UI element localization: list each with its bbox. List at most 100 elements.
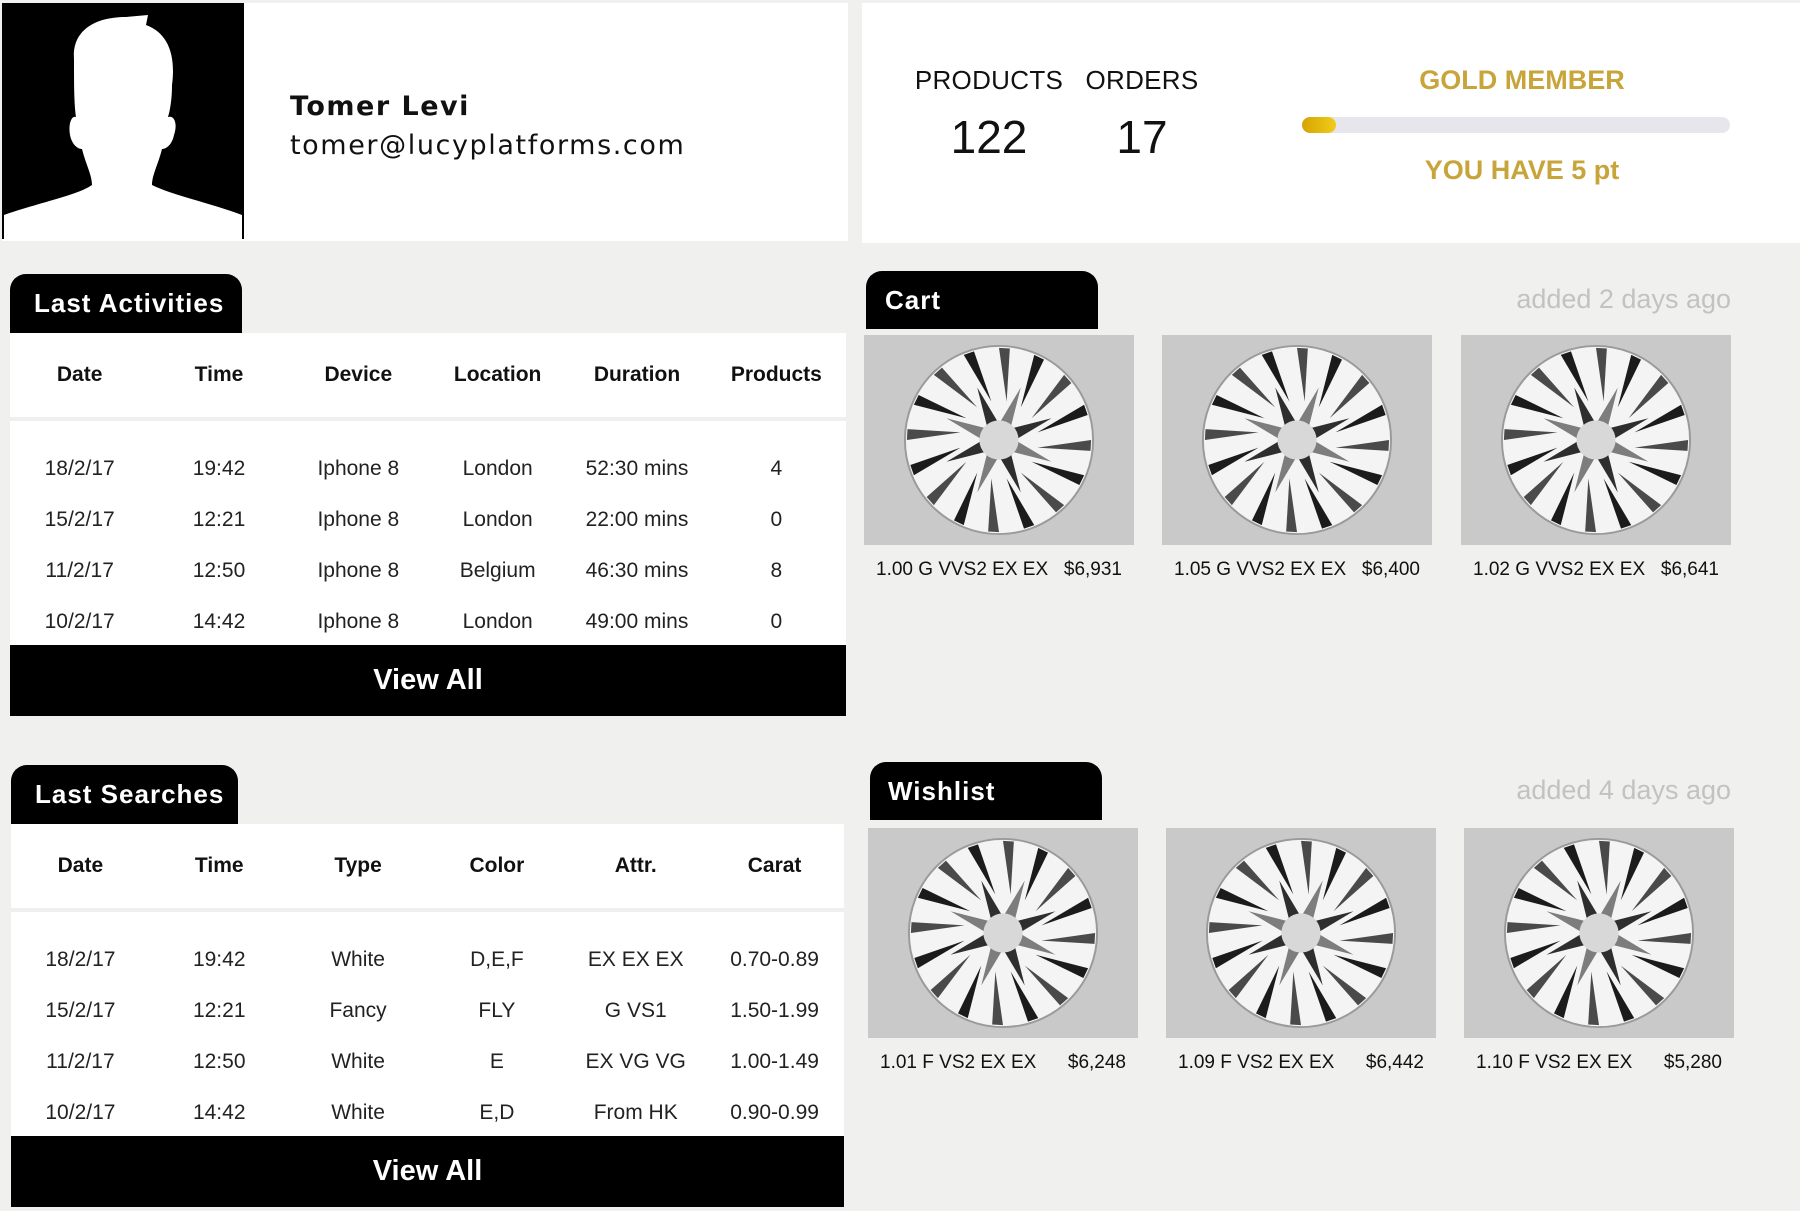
product-caption: 1.10 F VS2 EX EX $5,280 bbox=[1464, 1052, 1734, 1074]
column-header[interactable]: Date bbox=[10, 333, 150, 421]
table-cell: 10/2/17 bbox=[44, 609, 115, 633]
orders-count: 17 bbox=[1116, 111, 1168, 163]
column-header[interactable]: Carat bbox=[705, 824, 844, 912]
diamond-icon bbox=[1500, 344, 1692, 536]
column-header[interactable]: Duration bbox=[567, 333, 707, 421]
table-cell: 14:42 bbox=[192, 1100, 246, 1124]
table-cell: 46:30 mins bbox=[585, 558, 689, 582]
column-header[interactable]: Date bbox=[11, 824, 150, 912]
diamond-icon bbox=[903, 344, 1095, 536]
table-row[interactable]: 18/2/17 19:42 White D,E,F EX EX EX 0.70-0.89 bbox=[11, 910, 844, 985]
tab-last-searches[interactable]: Last Searches bbox=[11, 765, 238, 824]
table-cell: E,D bbox=[479, 1100, 515, 1124]
products-stat[interactable]: PRODUCTS 122 bbox=[914, 65, 1064, 164]
table-cell: Iphone 8 bbox=[317, 507, 400, 531]
column-header[interactable]: Location bbox=[427, 333, 568, 421]
wishlist-item[interactable]: 1.09 F VS2 EX EX $6,442 bbox=[1166, 828, 1436, 1074]
product-caption: 1.01 F VS2 EX EX $6,248 bbox=[868, 1052, 1138, 1074]
searches-view-all-button[interactable]: View All bbox=[11, 1136, 844, 1207]
table-cell: Fancy bbox=[329, 998, 387, 1022]
product-caption: 1.00 G VVS2 EX EX $6,931 bbox=[864, 559, 1134, 581]
table-cell: 22:00 mins bbox=[585, 507, 689, 531]
profile-card: Tomer Levi tomer@lucyplatforms.com bbox=[2, 3, 848, 241]
activities-view-all-button[interactable]: View All bbox=[10, 645, 846, 716]
diamond-photo[interactable] bbox=[1166, 828, 1436, 1038]
product-price: $5,280 bbox=[1663, 1052, 1722, 1073]
table-cell: E bbox=[489, 1049, 504, 1073]
table-row[interactable]: 18/2/17 19:42 Iphone 8 London 52:30 mins 4 bbox=[10, 419, 846, 494]
product-description: 1.10 F VS2 EX EX bbox=[1476, 1052, 1633, 1073]
product-description: 1.02 G VVS2 EX EX bbox=[1473, 559, 1646, 580]
user-silhouette-icon bbox=[2, 3, 244, 239]
cart-item[interactable]: 1.05 G VVS2 EX EX $6,400 bbox=[1162, 335, 1432, 581]
wishlist-item[interactable]: 1.10 F VS2 EX EX $5,280 bbox=[1464, 828, 1734, 1074]
table-cell: 1.50-1.99 bbox=[730, 998, 819, 1022]
table-cell: 8 bbox=[770, 558, 783, 582]
tab-wishlist[interactable]: Wishlist bbox=[870, 762, 1102, 820]
table-row[interactable]: 15/2/17 12:21 Fancy FLY G VS1 1.50-1.99 bbox=[11, 985, 844, 1036]
table-cell: 15/2/17 bbox=[44, 507, 115, 531]
table-cell: 0.90-0.99 bbox=[730, 1100, 819, 1124]
product-caption: 1.05 G VVS2 EX EX $6,400 bbox=[1162, 559, 1432, 581]
table-cell: G VS1 bbox=[604, 998, 667, 1022]
activities-table-panel: Date Time Device Location Duration Products 1… bbox=[10, 333, 846, 645]
orders-stat[interactable]: ORDERS 17 bbox=[1082, 65, 1202, 164]
tab-last-activities[interactable]: Last Activities bbox=[10, 274, 242, 333]
column-header[interactable]: Color bbox=[427, 824, 567, 912]
column-header[interactable]: Products bbox=[706, 333, 846, 421]
table-cell: 10/2/17 bbox=[45, 1100, 116, 1124]
points-progress-bar bbox=[1302, 117, 1730, 133]
table-cell: 12:21 bbox=[192, 998, 246, 1022]
diamond-icon bbox=[907, 837, 1099, 1029]
product-price: $6,248 bbox=[1067, 1052, 1126, 1073]
table-cell: From HK bbox=[593, 1100, 678, 1124]
wishlist-added-note: added 4 days ago bbox=[1516, 775, 1731, 805]
table-cell: 0.70-0.89 bbox=[730, 948, 819, 971]
table-row[interactable]: 15/2/17 12:21 Iphone 8 London 22:00 mins 0 bbox=[10, 494, 846, 545]
diamond-photo[interactable] bbox=[1461, 335, 1731, 545]
column-header[interactable]: Attr. bbox=[566, 824, 706, 912]
diamond-photo[interactable] bbox=[1464, 828, 1734, 1038]
product-description: 1.00 G VVS2 EX EX bbox=[876, 559, 1049, 580]
product-price: $6,400 bbox=[1361, 559, 1420, 580]
table-cell: London bbox=[462, 457, 533, 480]
column-header[interactable]: Device bbox=[288, 333, 428, 421]
table-row[interactable]: 10/2/17 14:42 White E,D From HK 0.90-0.99 bbox=[11, 1087, 844, 1138]
cart-item[interactable]: 1.00 G VVS2 EX EX $6,931 bbox=[864, 335, 1134, 581]
diamond-icon bbox=[1503, 837, 1695, 1029]
table-row[interactable]: 11/2/17 12:50 Iphone 8 Belgium 46:30 mins 8 bbox=[10, 545, 846, 596]
points-progress-fill bbox=[1302, 117, 1337, 133]
table-row[interactable]: 11/2/17 12:50 White E EX VG VG 1.00-1.49 bbox=[11, 1036, 844, 1087]
membership-level: GOLD MEMBER bbox=[1419, 65, 1625, 95]
orders-label: ORDERS bbox=[1085, 65, 1199, 95]
diamond-photo[interactable] bbox=[864, 335, 1134, 545]
diamond-icon bbox=[1205, 837, 1397, 1029]
profile-email[interactable]: tomer@lucyplatforms.com bbox=[290, 130, 685, 161]
tab-cart[interactable]: Cart bbox=[866, 271, 1098, 329]
avatar[interactable] bbox=[2, 3, 244, 239]
table-row[interactable]: 10/2/17 14:42 Iphone 8 London 49:00 mins 0 bbox=[10, 596, 846, 647]
table-cell: 52:30 mins bbox=[585, 457, 689, 480]
table-cell: 1.00-1.49 bbox=[730, 1049, 819, 1073]
diamond-photo[interactable] bbox=[868, 828, 1138, 1038]
points-text: YOU HAVE 5 pt bbox=[1424, 155, 1620, 185]
table-cell: London bbox=[462, 609, 533, 633]
product-caption: 1.02 G VVS2 EX EX $6,641 bbox=[1461, 559, 1731, 581]
products-label: PRODUCTS bbox=[914, 65, 1064, 95]
diamond-photo[interactable] bbox=[1162, 335, 1432, 545]
table-cell: 12:21 bbox=[192, 507, 246, 531]
cart-added-note: added 2 days ago bbox=[1516, 284, 1731, 314]
product-description: 1.05 G VVS2 EX EX bbox=[1174, 559, 1347, 580]
column-header[interactable]: Time bbox=[149, 824, 289, 912]
cart-item[interactable]: 1.02 G VVS2 EX EX $6,641 bbox=[1461, 335, 1731, 581]
activities-table: Date Time Device Location Duration Products 1… bbox=[10, 333, 846, 647]
product-price: $6,442 bbox=[1365, 1052, 1424, 1073]
table-cell: White bbox=[331, 1049, 385, 1073]
table-cell: 15/2/17 bbox=[45, 998, 116, 1022]
wishlist-item[interactable]: 1.01 F VS2 EX EX $6,248 bbox=[868, 828, 1138, 1074]
table-cell: 0 bbox=[770, 507, 783, 531]
column-header[interactable]: Time bbox=[149, 333, 289, 421]
table-cell: FLY bbox=[478, 998, 516, 1022]
column-header[interactable]: Type bbox=[288, 824, 428, 912]
table-cell: EX EX EX bbox=[587, 948, 684, 971]
